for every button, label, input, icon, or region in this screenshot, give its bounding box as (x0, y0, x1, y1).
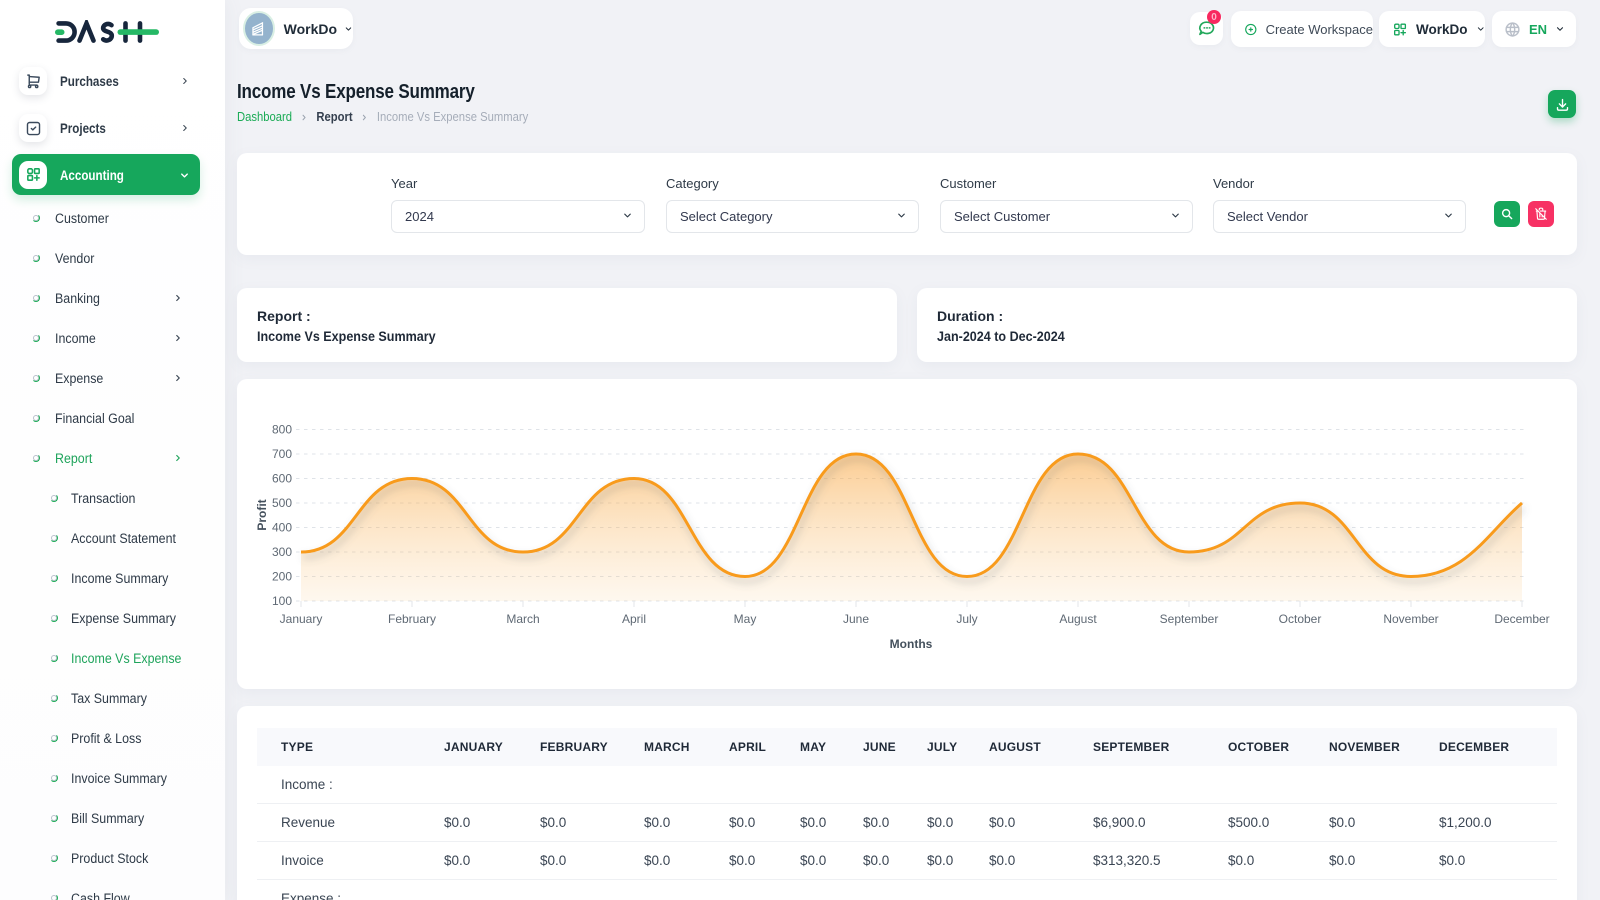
svg-text:May: May (734, 612, 757, 626)
svg-text:100: 100 (272, 594, 292, 608)
svg-text:600: 600 (272, 472, 292, 486)
svg-text:Profit: Profit (255, 499, 269, 530)
svg-text:500: 500 (272, 496, 292, 510)
svg-text:November: November (1383, 612, 1438, 626)
svg-text:700: 700 (272, 447, 292, 461)
svg-text:February: February (388, 612, 436, 626)
svg-text:Months: Months (890, 637, 933, 651)
svg-text:June: June (843, 612, 869, 626)
svg-text:September: September (1160, 612, 1219, 626)
svg-text:April: April (622, 612, 646, 626)
svg-text:July: July (956, 612, 977, 626)
svg-text:200: 200 (272, 570, 292, 584)
svg-text:800: 800 (272, 423, 292, 437)
svg-text:October: October (1279, 612, 1322, 626)
svg-text:March: March (506, 612, 539, 626)
svg-text:400: 400 (272, 521, 292, 535)
svg-text:300: 300 (272, 545, 292, 559)
svg-text:August: August (1059, 612, 1097, 626)
svg-text:January: January (280, 612, 323, 626)
svg-text:December: December (1494, 612, 1549, 626)
